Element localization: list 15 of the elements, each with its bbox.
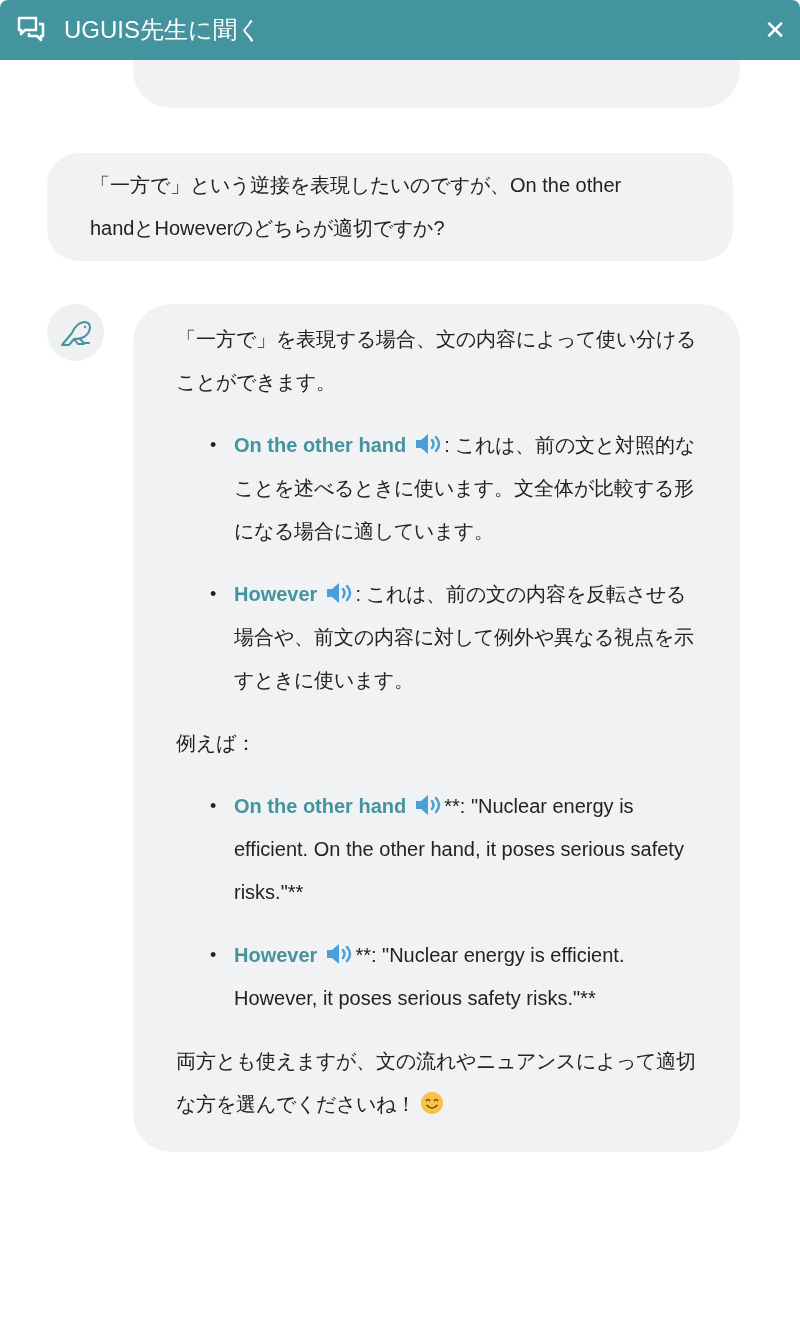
list-item: On the other hand **: "Nuclear energy is efficient. On the other hand, it poses serious safety risks."**: [234, 793, 685, 905]
bullet: •: [210, 434, 218, 457]
close-button[interactable]: ✕: [764, 14, 786, 46]
message-paragraph: 例えば：: [176, 731, 257, 756]
list-item: However **: "Nuclear energy is efficient. However, it poses serious safety risks."**: [234, 942, 626, 1011]
bird-icon: [59, 318, 92, 347]
list-item: On the other hand : これは、前の文と対照的なことを述べるときに使います。文全体が比較する形になる場合に適しています。: [234, 432, 697, 544]
user-message: 「一方で」という逆接を表現したいのですが、On the other handとHoweverのどちらが適切ですか?: [47, 153, 733, 261]
bullet: •: [210, 583, 218, 606]
list-item: However : これは、前の文の内容を反転させる場合や、前文の内容に対して例外や異なる視点を示すときに使います。: [234, 581, 695, 693]
bullet: •: [210, 944, 218, 967]
window-title: UGUIS先生に聞く: [64, 15, 263, 45]
bullet: •: [210, 795, 218, 818]
message-paragraph: 「一方で」を表現する場合、文の内容によって使い分けることができます。: [176, 327, 697, 395]
message-paragraph: 両方とも使えますが、文の流れやニュアンスによって適切な方を選んでくださいね！: [176, 1049, 697, 1117]
